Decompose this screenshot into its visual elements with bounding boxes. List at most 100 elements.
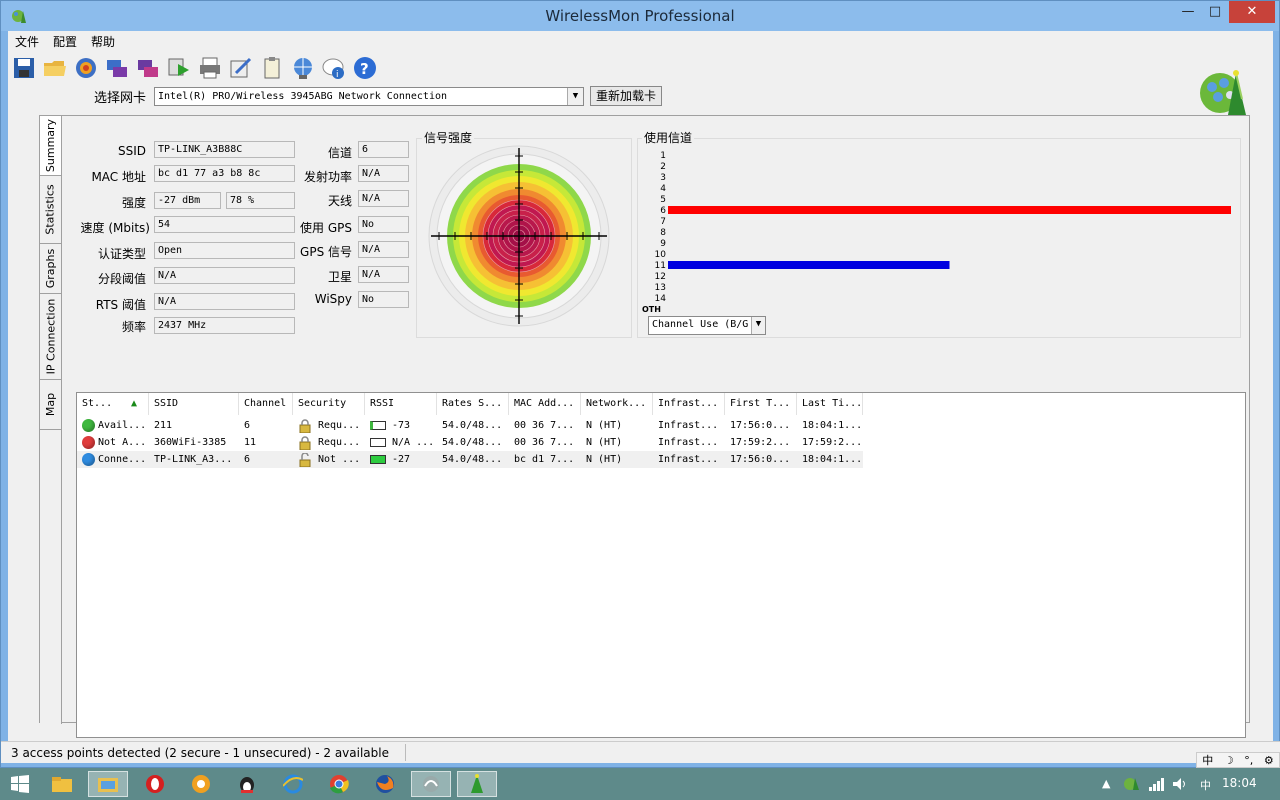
gps-field: No	[358, 216, 409, 233]
explorer-icon[interactable]	[42, 771, 82, 797]
menu-config[interactable]: 配置	[46, 31, 84, 51]
minimize-button[interactable]: —	[1175, 1, 1201, 23]
channel-text: 6	[244, 420, 251, 431]
app-task-icon[interactable]	[411, 771, 451, 797]
table-row[interactable]: Conne... TP-LINK_A3... 6 Not ... -27 54.0/48.…	[77, 451, 863, 468]
tab-map[interactable]: Map	[40, 380, 61, 430]
tab-graphs[interactable]: Graphs	[40, 244, 61, 294]
opera-icon[interactable]	[135, 771, 175, 797]
col-rates[interactable]: Rates S...	[437, 393, 509, 415]
table-row[interactable]: Not A... 360WiFi-3385 11 Requ... N/A ... 54.0…	[77, 434, 863, 451]
col-last-time[interactable]: Last Ti...	[797, 393, 863, 415]
toolbar: i ?	[11, 55, 378, 85]
ime-lang[interactable]: 中	[1202, 752, 1213, 768]
channel-label: 10	[655, 250, 667, 260]
chrome-icon[interactable]	[319, 771, 359, 797]
start-windows-icon[interactable]	[0, 771, 40, 797]
ime-toolbar[interactable]: 中 ☽ °, ⚙	[1196, 752, 1280, 768]
network-text: N (HT)	[586, 454, 623, 465]
cell-rssi: -27	[365, 451, 437, 468]
print-icon[interactable]	[197, 55, 223, 81]
network-web-icon[interactable]	[290, 55, 316, 81]
maximize-button[interactable]: □	[1202, 1, 1228, 23]
volume-icon[interactable]	[1172, 777, 1188, 794]
strength-pct-field: 78 %	[226, 192, 295, 209]
col-channel[interactable]: Channel	[239, 393, 293, 415]
taskbar-clock[interactable]: 18:04	[1222, 776, 1257, 790]
close-button[interactable]: ✕	[1229, 1, 1275, 23]
unlock-icon	[299, 452, 311, 467]
col-rssi[interactable]: RSSI	[365, 393, 437, 415]
col-network[interactable]: Network...	[581, 393, 653, 415]
mac-text: bc d1 7...	[514, 454, 575, 465]
channel-field: 6	[358, 141, 409, 158]
menu-file[interactable]: 文件	[8, 31, 46, 51]
status-text: 3 access points detected (2 secure - 1 u…	[11, 746, 389, 760]
wifi-signal-icon[interactable]	[1148, 777, 1164, 794]
channel-label: 11	[655, 261, 666, 271]
tab-ip-connection[interactable]: IP Connection	[40, 294, 61, 380]
file-manager-icon[interactable]	[88, 771, 128, 797]
wirelessmon-tray-icon[interactable]	[1124, 777, 1140, 794]
chevron-down-icon[interactable]: ▼	[567, 87, 584, 105]
save-icon[interactable]	[11, 55, 37, 81]
col-ssid[interactable]: SSID	[149, 393, 239, 415]
tab-graphs-label: Graphs	[44, 248, 58, 289]
network-card-icon[interactable]	[104, 55, 130, 81]
tab-statistics[interactable]: Statistics	[40, 176, 61, 244]
access-point-list[interactable]: St... ▲ SSID Channel Security RSSI Rates …	[76, 392, 1246, 738]
status-dot-icon	[82, 436, 95, 449]
channel-mode-select[interactable]: Channel Use (B/G ▼	[648, 316, 766, 335]
menu-help[interactable]: 帮助	[84, 31, 122, 51]
col-status[interactable]: St... ▲	[77, 393, 149, 415]
network-card-alt-icon[interactable]	[135, 55, 161, 81]
wizard-icon[interactable]	[228, 55, 254, 81]
help-icon[interactable]: ?	[352, 55, 378, 81]
ime-punct[interactable]: °,	[1244, 754, 1253, 767]
strength-label: 强度	[121, 196, 146, 210]
info-icon[interactable]: i	[321, 55, 347, 81]
channel-label: 6	[660, 206, 666, 216]
freq-field: 2437 MHz	[154, 317, 295, 334]
taskbar: ▲ 中 18:04	[0, 768, 1280, 800]
reload-card-button[interactable]: 重新加载卡	[590, 86, 663, 106]
adapter-select[interactable]: Intel(R) PRO/Wireless 3945ABG Network Co…	[154, 86, 585, 106]
ssid-text: 360WiFi-3385	[154, 437, 227, 448]
open-folder-icon[interactable]	[42, 55, 68, 81]
browser-swirl-icon[interactable]	[181, 771, 221, 797]
col-infrastructure[interactable]: Infrast...	[653, 393, 725, 415]
globe-icon[interactable]	[73, 55, 99, 81]
table-row[interactable]: Avail... 211 6 Requ... -73 54.0/48... 00 36 7.…	[77, 417, 863, 434]
chevron-down-icon[interactable]: ▼	[751, 317, 765, 334]
show-hidden-icons-button[interactable]: ▲	[1102, 777, 1110, 790]
input-language-indicator[interactable]: 中	[1200, 777, 1211, 793]
gps-signal-field: N/A	[358, 241, 409, 258]
cell-rssi: N/A ...	[365, 434, 437, 451]
menu-bar: 文件 配置 帮助	[8, 31, 388, 51]
play-icon[interactable]	[166, 55, 192, 81]
channel-label: 7	[660, 217, 666, 227]
ime-moon-icon[interactable]: ☽	[1224, 754, 1234, 767]
clipboard-icon[interactable]	[259, 55, 285, 81]
cell-last-time: 17:59:2...	[797, 434, 863, 451]
internet-explorer-icon[interactable]	[273, 771, 313, 797]
cell-first-time: 17:59:2...	[725, 434, 797, 451]
cell-security: Requ...	[293, 434, 365, 451]
tab-summary[interactable]: Summary	[40, 116, 61, 176]
col-first-time[interactable]: First T...	[725, 393, 797, 415]
wirelessmon-task-icon[interactable]	[457, 771, 497, 797]
qq-penguin-icon[interactable]	[227, 771, 267, 797]
cell-rssi: -73	[365, 417, 437, 434]
col-security[interactable]: Security	[293, 393, 365, 415]
col-mac[interactable]: MAC Add...	[509, 393, 581, 415]
rssi-text: N/A ...	[392, 437, 435, 448]
firefox-icon[interactable]	[365, 771, 405, 797]
strength-dbm-field: -27 dBm	[154, 192, 221, 209]
vertical-tabs: Summary Statistics Graphs IP Connection …	[40, 116, 62, 724]
cell-last-time: 18:04:1...	[797, 417, 863, 434]
frag-label: 分段阈值	[97, 272, 146, 286]
channel-label: 9	[660, 239, 666, 249]
title-bar[interactable]: WirelessMon Professional — □ ✕	[1, 1, 1279, 31]
cell-ssid: 360WiFi-3385	[149, 434, 239, 451]
ime-settings-icon[interactable]: ⚙	[1264, 754, 1274, 767]
